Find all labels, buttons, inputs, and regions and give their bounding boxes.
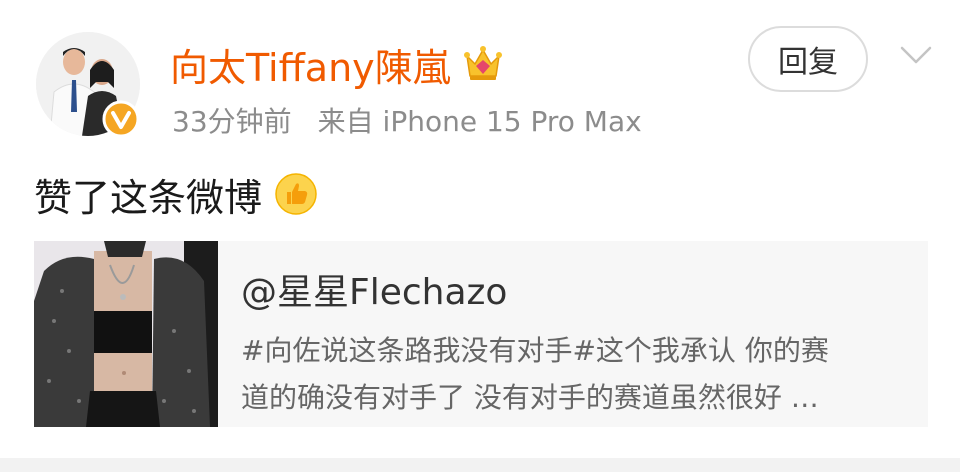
post-meta: 33分钟前 来自 iPhone 15 Pro Max bbox=[172, 100, 642, 140]
embedded-post-thumbnail[interactable] bbox=[34, 241, 218, 427]
post-source[interactable]: 来自 iPhone 15 Pro Max bbox=[318, 105, 642, 138]
post-text: 赞了这条微博 bbox=[34, 175, 263, 220]
snippet-line: #向佐说这条路我没有对手#这个我承认 你的赛 bbox=[241, 334, 829, 367]
post-time: 33分钟前 bbox=[172, 105, 292, 138]
weibo-post: 向太Tiffany陳嵐 33分钟前 来自 iPhone 15 Pro Max 回复… bbox=[0, 0, 960, 472]
divider bbox=[0, 458, 960, 472]
verified-v-icon bbox=[102, 100, 140, 138]
author-name[interactable]: 向太Tiffany陳嵐 bbox=[170, 37, 451, 92]
embedded-post-author[interactable]: @星星Flechazo bbox=[241, 263, 507, 315]
post-body: 赞了这条微博 bbox=[34, 168, 318, 220]
author-avatar[interactable] bbox=[36, 32, 140, 138]
chevron-down-icon[interactable] bbox=[896, 40, 936, 70]
thumbs-up-icon bbox=[275, 173, 317, 215]
author-name-row[interactable]: 向太Tiffany陳嵐 bbox=[170, 38, 505, 90]
embedded-post-card[interactable]: @星星Flechazo #向佐说这条路我没有对手#这个我承认 你的赛 道的确没有… bbox=[34, 241, 928, 427]
reply-button[interactable]: 回复 bbox=[748, 26, 868, 92]
snippet-line: 道的确没有对手了 没有对手的赛道虽然很好 … bbox=[241, 381, 819, 414]
crown-icon[interactable] bbox=[461, 42, 505, 86]
embedded-post-snippet: #向佐说这条路我没有对手#这个我承认 你的赛 道的确没有对手了 没有对手的赛道虽… bbox=[241, 327, 913, 421]
